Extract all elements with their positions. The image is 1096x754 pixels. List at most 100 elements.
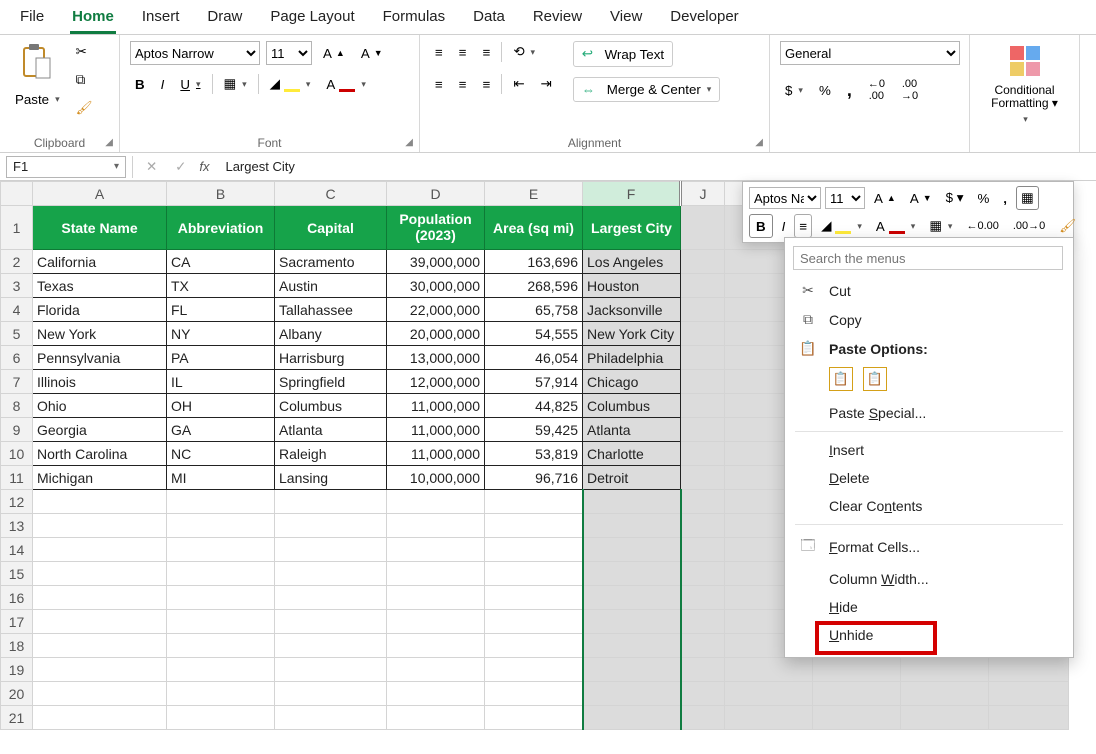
cell[interactable] — [681, 682, 725, 706]
cell[interactable]: New York City — [583, 322, 681, 346]
cell[interactable]: 53,819 — [485, 442, 583, 466]
cell[interactable] — [485, 586, 583, 610]
row-header[interactable]: 20 — [1, 682, 33, 706]
cell[interactable]: Philadelphia — [583, 346, 681, 370]
cell[interactable] — [989, 706, 1069, 730]
cell[interactable]: Chicago — [583, 370, 681, 394]
cell[interactable] — [485, 706, 583, 730]
cell[interactable] — [387, 610, 485, 634]
cell[interactable] — [33, 658, 167, 682]
cell[interactable] — [275, 562, 387, 586]
cell[interactable]: Illinois — [33, 370, 167, 394]
cell[interactable]: Florida — [33, 298, 167, 322]
cell[interactable]: Michigan — [33, 466, 167, 490]
cell[interactable]: Los Angeles — [583, 250, 681, 274]
cell[interactable]: 11,000,000 — [387, 442, 485, 466]
cell[interactable] — [813, 682, 901, 706]
cell[interactable]: Pennsylvania — [33, 346, 167, 370]
number-format-select[interactable]: General — [780, 41, 960, 65]
cell[interactable] — [275, 634, 387, 658]
cell[interactable] — [681, 322, 725, 346]
cell[interactable]: Harrisburg — [275, 346, 387, 370]
row-header[interactable]: 13 — [1, 514, 33, 538]
row-header[interactable]: 18 — [1, 634, 33, 658]
col-header-A[interactable]: A — [33, 182, 167, 206]
cell[interactable]: 39,000,000 — [387, 250, 485, 274]
select-all-corner[interactable] — [1, 182, 33, 206]
borders-button[interactable]: ▦ — [219, 73, 252, 95]
font-size-select[interactable]: 11 — [266, 41, 312, 65]
cell[interactable]: 163,696 — [485, 250, 583, 274]
cell[interactable] — [275, 490, 387, 514]
cell[interactable] — [275, 538, 387, 562]
cell[interactable] — [485, 610, 583, 634]
cell[interactable] — [167, 514, 275, 538]
mini-align-center[interactable]: ≡ — [794, 214, 812, 238]
cell[interactable] — [583, 514, 681, 538]
cell[interactable] — [387, 634, 485, 658]
conditional-formatting-button[interactable]: ConditionalFormatting ▾ — [980, 41, 1069, 131]
cell[interactable]: Houston — [583, 274, 681, 298]
table-header-cell[interactable]: Abbreviation — [167, 206, 275, 250]
row-header[interactable]: 15 — [1, 562, 33, 586]
cell[interactable]: Charlotte — [583, 442, 681, 466]
cell[interactable] — [33, 586, 167, 610]
merge-center-button[interactable]: ⇔ Merge & Center — [573, 77, 721, 102]
bold-button[interactable]: B — [130, 74, 150, 95]
table-header-cell[interactable]: Largest City — [583, 206, 681, 250]
comma-style-button[interactable]: , — [842, 77, 857, 104]
mini-inc-decimal[interactable]: ←0.00 — [961, 214, 1003, 238]
row-header[interactable]: 2 — [1, 250, 33, 274]
ctx-cut[interactable]: ✂Cut — [785, 276, 1073, 305]
cell[interactable]: 20,000,000 — [387, 322, 485, 346]
decrease-indent-button[interactable]: ⇤ — [508, 73, 529, 95]
mini-bold[interactable]: B — [749, 214, 773, 238]
cell[interactable]: 96,716 — [485, 466, 583, 490]
cell[interactable]: Albany — [275, 322, 387, 346]
col-header-C[interactable]: C — [275, 182, 387, 206]
cell[interactable]: 54,555 — [485, 322, 583, 346]
cell[interactable] — [33, 706, 167, 730]
cell[interactable] — [387, 562, 485, 586]
cell[interactable] — [167, 490, 275, 514]
cell[interactable]: 11,000,000 — [387, 418, 485, 442]
cell[interactable]: 10,000,000 — [387, 466, 485, 490]
cell[interactable] — [813, 706, 901, 730]
cell[interactable] — [583, 610, 681, 634]
cell[interactable]: Texas — [33, 274, 167, 298]
increase-decimal-button[interactable]: ←0.00 — [863, 75, 890, 105]
cell[interactable] — [681, 466, 725, 490]
cut-button[interactable]: ✂ — [71, 41, 92, 63]
cell[interactable]: 30,000,000 — [387, 274, 485, 298]
cell[interactable] — [33, 562, 167, 586]
mini-dec-decimal[interactable]: .00→0 — [1008, 214, 1050, 238]
currency-button[interactable]: $ — [780, 80, 808, 101]
cell[interactable] — [583, 682, 681, 706]
cell[interactable] — [275, 706, 387, 730]
cell[interactable] — [681, 442, 725, 466]
cell[interactable] — [583, 658, 681, 682]
cell[interactable]: Jacksonville — [583, 298, 681, 322]
tab-draw[interactable]: Draw — [205, 4, 244, 34]
cell[interactable] — [681, 706, 725, 730]
font-name-select[interactable]: Aptos Narrow — [130, 41, 260, 65]
mini-font-name[interactable]: Aptos Na — [749, 187, 821, 209]
tab-view[interactable]: View — [608, 4, 644, 34]
cell[interactable] — [725, 682, 813, 706]
cell[interactable]: OH — [167, 394, 275, 418]
row-header[interactable]: 12 — [1, 490, 33, 514]
cell[interactable] — [485, 538, 583, 562]
align-left-button[interactable]: ≡ — [430, 74, 448, 95]
tab-developer[interactable]: Developer — [668, 4, 740, 34]
cell[interactable] — [725, 706, 813, 730]
align-middle-button[interactable]: ≡ — [454, 42, 472, 63]
decrease-font-button[interactable]: A▼ — [356, 43, 388, 64]
cell[interactable] — [167, 706, 275, 730]
cell[interactable] — [485, 562, 583, 586]
ctx-copy[interactable]: ⧉Copy — [785, 305, 1073, 334]
cell[interactable] — [387, 682, 485, 706]
cell[interactable] — [681, 562, 725, 586]
cell[interactable] — [901, 706, 989, 730]
ctx-column-width[interactable]: Column Width... — [785, 565, 1073, 593]
row-header[interactable]: 21 — [1, 706, 33, 730]
